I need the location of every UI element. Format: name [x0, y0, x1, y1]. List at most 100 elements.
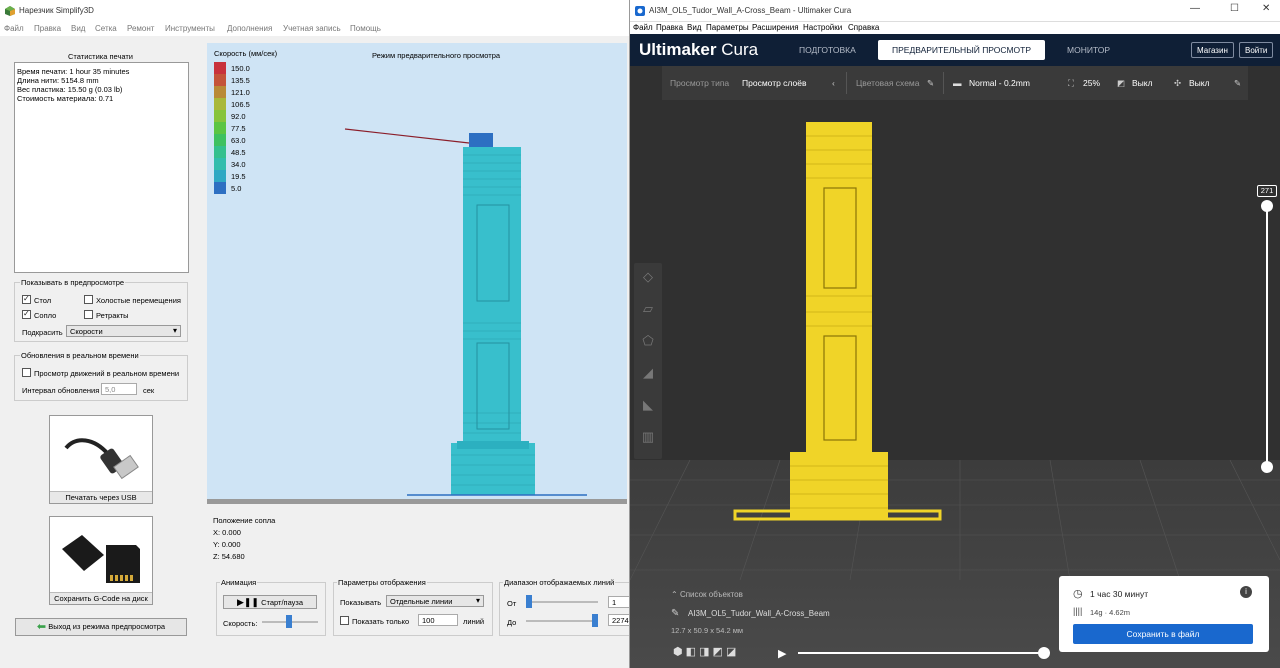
- login-button[interactable]: Войти: [1239, 42, 1274, 58]
- cura-window: AI3M_OL5_Tudor_Wall_A-Cross_Beam - Ultim…: [630, 0, 1280, 668]
- show-retracts-checkbox[interactable]: [84, 310, 93, 319]
- layer-number[interactable]: 271: [1257, 185, 1277, 197]
- clock-icon: ◷: [1073, 588, 1083, 600]
- realtime-title: Обновления в реальном времени: [20, 351, 140, 360]
- minimize-icon[interactable]: —: [1190, 3, 1200, 14]
- brand-bold: Ultimaker: [639, 40, 717, 59]
- s3d-menu-account[interactable]: Учетная запись: [283, 24, 341, 33]
- color-scheme-edit-icon[interactable]: ✎: [927, 78, 934, 89]
- update-interval-spinbox[interactable]: 5,0: [101, 383, 137, 395]
- save-gcode-button[interactable]: Сохранить G-Code на диск: [49, 516, 153, 605]
- info-icon[interactable]: i: [1240, 586, 1252, 598]
- cura-menu-settings[interactable]: Параметры: [706, 23, 749, 32]
- cura-menu-file[interactable]: Файл: [633, 23, 653, 32]
- save-gcode-label: Сохранить G-Code на диск: [50, 592, 152, 604]
- exit-preview-button[interactable]: ⬅ Выход из режима предпросмотра: [15, 618, 187, 636]
- s3d-menu-mesh[interactable]: Сетка: [95, 24, 117, 33]
- simulation-play-icon[interactable]: ▶: [778, 647, 786, 660]
- layer-slider-bottom-handle[interactable]: [1261, 461, 1273, 473]
- cura-header: Ultimaker Cura ПОДГОТОВКА ПРЕДВАРИТЕЛЬНЫ…: [630, 34, 1280, 66]
- show-mode-select[interactable]: Отдельные линии: [386, 595, 484, 607]
- show-mode-value: Отдельные линии: [390, 597, 453, 606]
- animation-title: Анимация: [220, 578, 258, 587]
- brand-light: Cura: [721, 40, 759, 59]
- profile-select[interactable]: Normal - 0.2mm: [969, 78, 1030, 88]
- color-by-select[interactable]: Скорости: [66, 325, 181, 337]
- s3d-menu-file[interactable]: Файл: [4, 24, 24, 33]
- cura-menu-view[interactable]: Вид: [687, 23, 701, 32]
- cura-menu-preferences[interactable]: Настройки: [803, 23, 842, 32]
- view-top-icon[interactable]: ⬠: [638, 333, 658, 353]
- range-to-slider[interactable]: [592, 614, 598, 627]
- show-only-value: 100: [422, 616, 435, 625]
- anim-speed-slider[interactable]: [286, 615, 292, 628]
- object-list-title[interactable]: ⌃ Список объектов: [671, 590, 743, 599]
- usb-print-button[interactable]: Печатать через USB: [49, 415, 153, 504]
- stat-filament-length: Длина нити: 5154.8 mm: [17, 76, 99, 85]
- legend-row: 77.5: [214, 122, 274, 134]
- support-value[interactable]: Выкл: [1132, 78, 1153, 88]
- show-nozzle-checkbox[interactable]: [22, 309, 31, 319]
- sliced-model-preview: [733, 122, 942, 521]
- close-icon[interactable]: ✕: [1262, 3, 1270, 14]
- start-pause-button[interactable]: ▶❚❚ Старт/пауза: [223, 595, 317, 609]
- save-to-file-button[interactable]: Сохранить в файл: [1073, 624, 1253, 644]
- show-only-checkbox[interactable]: [340, 616, 349, 625]
- show-retracts-label: Ретракты: [96, 311, 129, 320]
- s3d-menu-addons[interactable]: Дополнения: [227, 24, 272, 33]
- show-nozzle-label: Сопло: [34, 311, 57, 320]
- s3d-menu-repair[interactable]: Ремонт: [127, 24, 154, 33]
- show-travel-checkbox[interactable]: [84, 295, 93, 304]
- realtime-moves-checkbox[interactable]: [22, 368, 31, 377]
- maximize-icon[interactable]: ☐: [1230, 3, 1239, 14]
- view-x-ray-icon[interactable]: ▥: [638, 429, 658, 449]
- play-pause-icon: ▶❚❚: [236, 597, 259, 607]
- range-from-value: 1: [612, 598, 617, 607]
- legend-row: 19.5: [214, 170, 274, 182]
- show-only-spinbox[interactable]: 100: [418, 614, 458, 626]
- cura-menu-help[interactable]: Справка: [848, 23, 879, 32]
- s3d-menu-help[interactable]: Помощь: [350, 24, 381, 33]
- infill-value[interactable]: 25%: [1083, 78, 1100, 88]
- s3d-menu-view[interactable]: Вид: [71, 24, 85, 33]
- layer-slider-top-handle[interactable]: [1261, 200, 1273, 212]
- view-front-icon[interactable]: ▱: [638, 301, 658, 321]
- stage-monitor[interactable]: МОНИТОР: [1067, 45, 1110, 55]
- s3d-window-title: Нарезчик Simplify3D: [19, 6, 94, 15]
- s3d-menu-tools[interactable]: Инструменты: [165, 24, 215, 33]
- view-type-select[interactable]: Просмотр слоёв: [742, 78, 806, 88]
- nozzle-position-title: Положение сопла: [213, 516, 276, 525]
- layer-slider-track: [1266, 204, 1268, 468]
- simulation-slider-handle[interactable]: [1038, 647, 1050, 659]
- view-right-icon[interactable]: ◣: [638, 397, 658, 417]
- stage-prepare[interactable]: ПОДГОТОВКА: [799, 45, 856, 55]
- cura-menu-extensions[interactable]: Расширения: [752, 23, 799, 32]
- playback-cube-icons[interactable]: ⬢ ◧ ◨ ◩ ◪: [673, 645, 736, 658]
- object-list-label: Список объектов: [679, 590, 743, 599]
- stat-plastic-weight: Вес пластика: 15.50 g (0.03 lb): [17, 85, 123, 94]
- settings-edit-icon[interactable]: ✎: [1234, 78, 1241, 89]
- range-to-spinbox[interactable]: 22743: [608, 614, 629, 626]
- view-3d-icon[interactable]: ◇: [638, 269, 658, 289]
- range-from-spinbox[interactable]: 1: [608, 596, 629, 608]
- stage-preview[interactable]: ПРЕДВАРИТЕЛЬНЫЙ ПРОСМОТР: [878, 40, 1045, 60]
- adhesion-value[interactable]: Выкл: [1189, 78, 1210, 88]
- adhesion-icon: ✣: [1174, 78, 1182, 88]
- legend-value: 106.5: [231, 100, 250, 109]
- color-scheme-label[interactable]: Цветовая схема: [856, 78, 920, 88]
- range-to-value: 22743: [612, 616, 629, 625]
- marketplace-button[interactable]: Магазин: [1191, 42, 1234, 58]
- object-edit-icon[interactable]: ✎: [671, 608, 679, 619]
- s3d-menu-edit[interactable]: Правка: [34, 24, 61, 33]
- legend-value: 77.5: [231, 124, 246, 133]
- toolbar-separator: [846, 72, 847, 94]
- legend-swatch: [214, 86, 226, 98]
- legend-value: 34.0: [231, 160, 246, 169]
- stats-box: Время печати: 1 hour 35 minutes Длина ни…: [14, 62, 189, 273]
- view-type-collapse-icon[interactable]: ‹: [832, 78, 835, 88]
- legend-swatch: [214, 110, 226, 122]
- cura-menu-edit[interactable]: Правка: [656, 23, 683, 32]
- view-left-icon[interactable]: ◢: [638, 365, 658, 385]
- show-bed-checkbox[interactable]: [22, 294, 31, 304]
- range-from-slider[interactable]: [526, 595, 532, 608]
